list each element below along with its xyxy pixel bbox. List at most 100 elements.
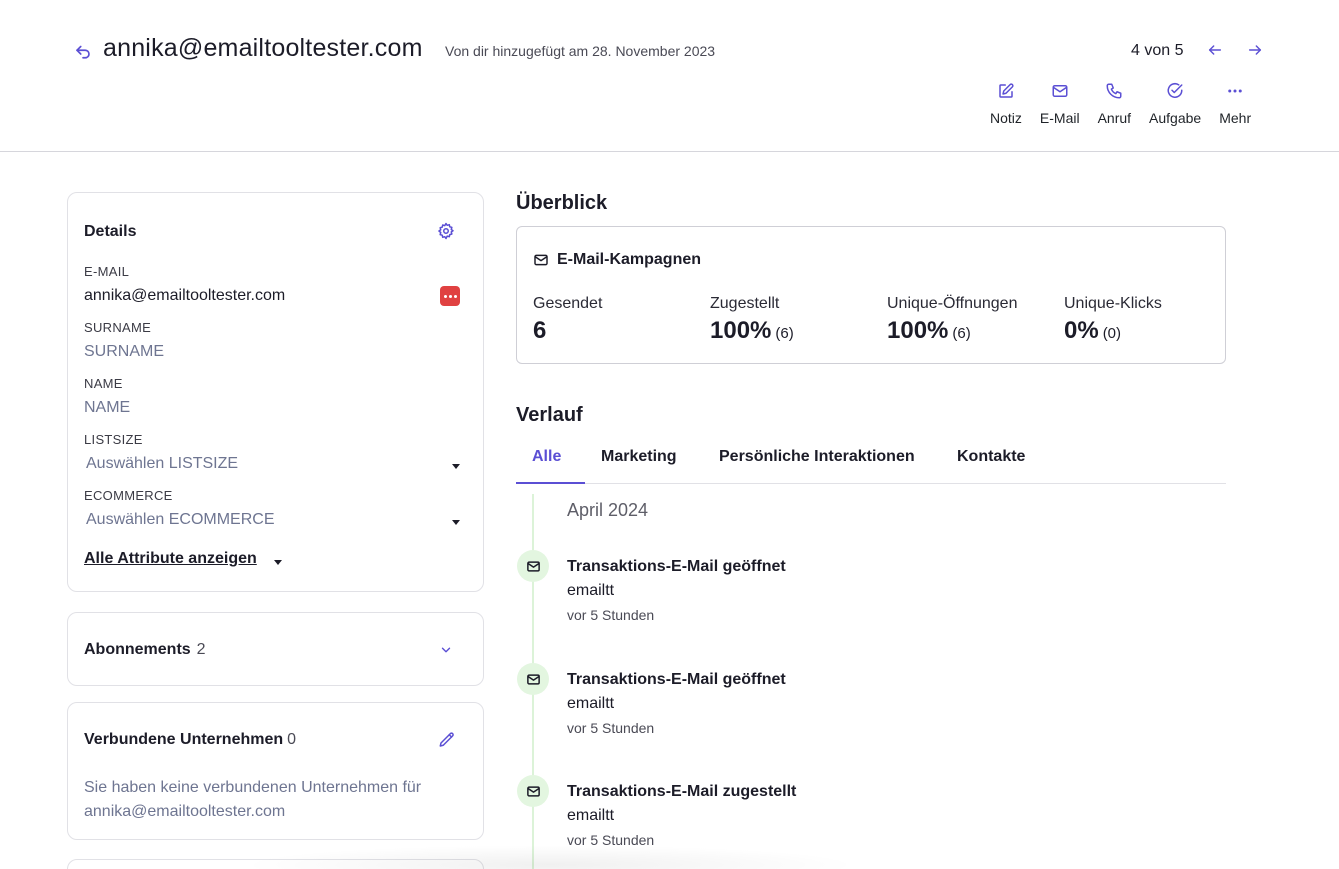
next-arrow-icon[interactable] (1247, 42, 1263, 58)
timeline-event-marker (517, 663, 549, 695)
phone-icon (1106, 83, 1122, 99)
stat-count: (6) (952, 325, 971, 342)
timeline-event-source: emailtt (567, 807, 615, 824)
back-arrow-icon[interactable] (74, 42, 92, 60)
chevron-down-icon[interactable] (439, 643, 453, 657)
pencil-icon[interactable] (438, 731, 456, 749)
timeline-event-title[interactable]: Transaktions-E-Mail zugestellt (567, 783, 796, 801)
name-label: NAME (84, 376, 123, 391)
note-button-label: Notiz (990, 110, 1022, 126)
email-campaigns-heading: E-Mail-Kampagnen (533, 251, 701, 269)
envelope-icon (1052, 85, 1068, 97)
companies-count: 0 (287, 731, 297, 748)
stat-label: Gesendet (533, 295, 603, 312)
subscriptions-title-wrap: Abonnements 2 (84, 641, 206, 659)
more-button-label: Mehr (1219, 110, 1252, 126)
check-circle-icon (1167, 82, 1183, 98)
timeline-event-time: vor 5 Stunden (567, 832, 655, 848)
timeline-event-source: emailtt (567, 695, 615, 712)
linked-companies-card: Verbundene Unternehmen 0 Sie haben keine … (67, 702, 484, 840)
caret-down-icon (452, 464, 460, 469)
email-button-label: E-Mail (1039, 110, 1080, 126)
timeline-event-marker (517, 775, 549, 807)
gear-icon[interactable] (437, 222, 455, 240)
stat-number: 100% (710, 317, 772, 344)
email-campaigns-title: E-Mail-Kampagnen (557, 251, 702, 268)
timeline-month: April 2024 (567, 500, 649, 520)
call-button-label: Anruf (1097, 110, 1132, 126)
stat-label: Unique-Öffnungen (887, 295, 1018, 312)
stat-label: Unique-Klicks (1064, 295, 1162, 312)
task-button-label: Aufgabe (1149, 110, 1202, 126)
contact-header: annika@emailtooltester.com Von dir hinzu… (0, 0, 1339, 152)
email-status-badge[interactable] (440, 286, 460, 306)
tab-marketing[interactable]: Marketing (601, 448, 677, 466)
stat-number: 6 (533, 317, 547, 344)
surname-label: SURNAME (84, 320, 152, 335)
stat-delivered: Zugestellt 100% (6) (710, 295, 794, 345)
task-button[interactable]: Aufgabe (1149, 82, 1201, 126)
email-label: E-MAIL (84, 264, 130, 279)
stat-count: (0) (1102, 325, 1122, 342)
envelope-icon (534, 254, 548, 266)
ecommerce-select[interactable]: Auswählen ECOMMERCE (84, 511, 462, 535)
ecommerce-label: ECOMMERCE (84, 488, 173, 503)
show-all-attributes-link[interactable]: Alle Attribute anzeigen (84, 550, 257, 568)
timeline-event-time: vor 5 Stunden (567, 607, 655, 623)
tab-personal-interactions[interactable]: Persönliche Interaktionen (719, 448, 915, 466)
note-icon (999, 83, 1014, 98)
ecommerce-select-value: Auswählen ECOMMERCE (86, 511, 275, 528)
history-tabs: Alle Marketing Persönliche Interaktionen… (516, 438, 1226, 484)
stat-value: 6 (533, 317, 602, 345)
companies-title-wrap: Verbundene Unternehmen 0 (84, 731, 296, 749)
subscriptions-title: Abonnements (84, 641, 191, 658)
stat-count: (6) (775, 325, 794, 342)
listsize-select-value: Auswählen LISTSIZE (86, 455, 239, 472)
envelope-icon (526, 560, 540, 572)
timeline-event-title[interactable]: Transaktions-E-Mail geöffnet (567, 671, 786, 689)
email-button[interactable]: E-Mail (1040, 82, 1080, 126)
companies-title: Verbundene Unternehmen (84, 731, 284, 748)
subscriptions-card[interactable]: Abonnements 2 (67, 612, 484, 686)
more-icon (1228, 89, 1242, 93)
active-tab-indicator (516, 482, 585, 484)
caret-down-icon (452, 520, 460, 525)
subscriptions-count: 2 (196, 641, 206, 658)
details-title: Details (84, 223, 137, 240)
envelope-icon (526, 673, 540, 685)
history-title: Verlauf (516, 404, 583, 426)
stat-unique-clicks: Unique-Klicks 0% (0) (1064, 295, 1162, 345)
stat-number: 100% (887, 317, 949, 344)
tab-contacts[interactable]: Kontakte (957, 448, 1025, 466)
stat-sent: Gesendet 6 (533, 295, 602, 345)
page-title: annika@emailtooltester.com (103, 34, 423, 62)
overview-title: Überblick (516, 192, 608, 214)
name-field[interactable]: NAME (84, 399, 130, 417)
listsize-label: LISTSIZE (84, 432, 143, 447)
surname-field[interactable]: SURNAME (84, 343, 164, 361)
more-button[interactable]: Mehr (1219, 82, 1251, 126)
timeline-event-time: vor 5 Stunden (567, 720, 655, 736)
stat-number: 0% (1064, 317, 1099, 344)
stat-value: 100% (6) (710, 317, 794, 345)
action-bar: Notiz E-Mail Anruf Aufgabe Mehr (990, 82, 1251, 126)
timeline-event-title[interactable]: Transaktions-E-Mail geöffnet (567, 558, 786, 576)
email-value[interactable]: annika@emailtooltester.com (84, 287, 285, 305)
pager-count: 4 von 5 (1131, 42, 1184, 59)
added-date-note: Von dir hinzugefügt am 28. November 2023 (445, 43, 716, 59)
stat-label: Zugestellt (710, 295, 780, 312)
stat-value: 100% (6) (887, 317, 1017, 345)
note-button[interactable]: Notiz (990, 82, 1022, 126)
envelope-icon (526, 785, 540, 797)
email-campaigns-box: E-Mail-Kampagnen Gesendet 6 Zugestellt 1… (516, 226, 1226, 364)
details-card: Details E-MAIL annika@emailtooltester.co… (67, 192, 484, 592)
call-button[interactable]: Anruf (1098, 82, 1131, 126)
timeline-event-marker (517, 550, 549, 582)
caret-down-icon (274, 560, 282, 565)
timeline-event-source: emailtt (567, 582, 615, 599)
stat-unique-opens: Unique-Öffnungen 100% (6) (887, 295, 1017, 345)
tab-all[interactable]: Alle (532, 448, 561, 466)
previous-arrow-icon[interactable] (1207, 42, 1223, 58)
listsize-select[interactable]: Auswählen LISTSIZE (84, 455, 462, 479)
companies-empty-text: Sie haben keine verbundenen Unternehmen … (84, 779, 422, 820)
